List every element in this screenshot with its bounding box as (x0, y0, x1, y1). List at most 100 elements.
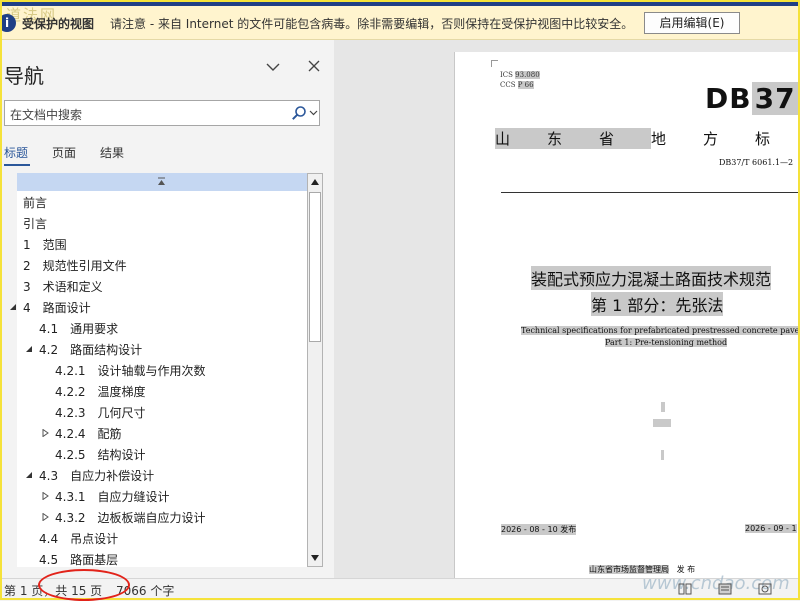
heading-label: 自应力缝设计 (97, 490, 170, 504)
document-page[interactable]: ICS 93.080 CCS P 66 DB 37 山东省地 方 标 DB37/T 6… (454, 52, 798, 592)
heading-number: 4.1 (39, 322, 59, 336)
nav-heading-item[interactable]: 前言 (23, 194, 47, 211)
chevron-down-icon[interactable] (264, 58, 282, 76)
heading-label: 范围 (42, 238, 67, 252)
heading-number: 4 (23, 301, 31, 315)
nav-heading-item[interactable]: 4.2 路面结构设计 (39, 341, 142, 358)
heading-number: 4.2.3 (55, 406, 86, 420)
shield-icon: i (2, 14, 16, 32)
expanded-triangle-icon[interactable] (25, 471, 33, 479)
collapse-all-row[interactable] (17, 173, 307, 191)
province-char: 省 (599, 128, 651, 149)
heading-number: 1 (23, 238, 31, 252)
nav-heading-item[interactable]: 3 术语和定义 (23, 278, 103, 295)
expanded-triangle-icon[interactable] (25, 345, 33, 353)
document-title-line1: 装配式预应力混凝土路面技术规范 (531, 266, 772, 290)
heading-number: 4.3.2 (55, 511, 86, 525)
tab-pages[interactable]: 页面 (52, 144, 76, 161)
document-title-line2: 第 1 部分：先张法 (591, 292, 724, 316)
scroll-up-icon[interactable] (309, 175, 321, 189)
heading-label: 路面结构设计 (70, 343, 143, 357)
scrollbar-thumb[interactable] (309, 192, 321, 342)
heading-number: 4.4 (39, 532, 59, 546)
margin-mark (491, 60, 498, 67)
heading-number: 4.2.4 (55, 427, 86, 441)
heading-label: 路面设计 (42, 301, 91, 315)
ics-label: ICS (500, 71, 513, 79)
ics-value: 93.080 (515, 71, 540, 79)
heading-number: 4.2.5 (55, 448, 86, 462)
ics-ccs-block: ICS 93.080 CCS P 66 (500, 70, 540, 90)
heading-label: 通用要求 (70, 322, 119, 336)
nav-heading-item[interactable]: 4.3 自应力补偿设计 (39, 467, 154, 484)
heading-tree: 前言引言 1 范围 2 规范性引用文件 3 术语和定义 4 路面设计 4.1 通用要求 4.2 路面结构… (10, 173, 307, 568)
nav-heading-item[interactable]: 引言 (23, 215, 47, 232)
close-icon[interactable] (306, 58, 322, 74)
heading-label: 前言 (23, 196, 48, 210)
heading-label: 术语和定义 (42, 280, 103, 294)
heading-number: 4.2 (39, 343, 59, 357)
nav-heading-item[interactable]: 4.5 路面基层 (39, 551, 118, 568)
heading-number: 4.2.1 (55, 364, 86, 378)
protected-view-bar: 道法网 i 受保护的视图 请注意 - 来自 Internet 的文件可能包含病毒… (2, 6, 798, 40)
nav-heading-item[interactable]: 2 规范性引用文件 (23, 257, 127, 274)
navigation-pane: 导航 在文档中搜索 标题 页面 结果 前言 引言 1 范围 2 规范性引用文件 … (2, 40, 334, 578)
heading-number: 4.3 (39, 469, 59, 483)
search-icon[interactable] (291, 105, 307, 121)
web-layout-icon[interactable] (758, 583, 772, 595)
search-options-chevron-icon[interactable] (309, 108, 318, 117)
nav-heading-item[interactable]: 4.3.2 边板板端自应力设计 (55, 509, 206, 526)
heading-label: 结构设计 (97, 448, 146, 462)
nav-heading-item[interactable]: 4.1 通用要求 (39, 320, 118, 337)
scroll-down-icon[interactable] (309, 551, 321, 565)
collapsed-triangle-icon[interactable] (41, 429, 49, 437)
english-title-line2: Part 1: Pre-tensioning method (605, 338, 728, 347)
red-annotation-circle (38, 569, 130, 601)
heading-number: 4.3.1 (55, 490, 86, 504)
active-tab-indicator (4, 164, 30, 166)
province-char: 方 (703, 130, 719, 148)
nav-heading-item[interactable]: 4 路面设计 (23, 299, 91, 316)
enable-editing-button[interactable]: 启用编辑(E) (644, 12, 740, 34)
nav-heading-item[interactable]: 4.2.5 结构设计 (55, 446, 146, 463)
collapsed-triangle-icon[interactable] (41, 492, 49, 500)
nav-heading-item[interactable]: 4.2.2 温度梯度 (55, 383, 146, 400)
protected-view-message: 请注意 - 来自 Internet 的文件可能包含病毒。除非需要编辑，否则保持在… (110, 17, 634, 31)
expanded-triangle-icon[interactable] (9, 303, 17, 311)
province-char: 标 (755, 130, 771, 148)
highlight-mark (653, 419, 671, 427)
publish-date: 2026 - 08 - 10 发布 (501, 524, 577, 535)
nav-heading-item[interactable]: 4.3.1 自应力缝设计 (55, 488, 170, 505)
english-title-line1: Technical specifications for prefabricat… (521, 326, 798, 335)
nav-heading-item[interactable]: 4.4 吊点设计 (39, 530, 118, 547)
nav-tabs: 标题 页面 结果 (2, 144, 332, 168)
highlight-mark (661, 402, 665, 412)
nav-heading-item[interactable]: 4.2.1 设计轴载与作用次数 (55, 362, 206, 379)
tab-results[interactable]: 结果 (100, 144, 124, 161)
protected-view-title: 受保护的视图 (22, 17, 95, 31)
province-char: 山 (495, 128, 547, 149)
collapse-up-icon[interactable] (157, 177, 166, 186)
province-standard-line: 山东省地 方 标 (495, 128, 798, 149)
heading-number: 3 (23, 280, 31, 294)
nav-scrollbar[interactable] (307, 173, 323, 567)
heading-number: 4.5 (39, 553, 59, 567)
heading-label: 规范性引用文件 (42, 259, 127, 273)
print-layout-icon[interactable] (718, 583, 732, 595)
nav-heading-item[interactable]: 4.2.4 配筋 (55, 425, 122, 442)
nav-heading-item[interactable]: 1 范围 (23, 236, 67, 253)
heading-label: 吊点设计 (70, 532, 119, 546)
tab-headings[interactable]: 标题 (4, 144, 28, 161)
collapsed-triangle-icon[interactable] (41, 513, 49, 521)
nav-heading-item[interactable]: 4.2.3 几何尺寸 (55, 404, 146, 421)
db-number: 37 (751, 82, 798, 115)
heading-label: 路面基层 (70, 553, 119, 567)
read-mode-icon[interactable] (678, 583, 692, 595)
heading-label: 自应力补偿设计 (70, 469, 155, 483)
db-prefix: DB (705, 82, 752, 115)
heading-label: 几何尺寸 (97, 406, 146, 420)
document-area[interactable]: ICS 93.080 CCS P 66 DB 37 山东省地 方 标 DB37/T 6… (334, 40, 798, 592)
search-input[interactable]: 在文档中搜索 (4, 100, 320, 126)
header-rule (501, 192, 798, 193)
nav-pane-title: 导航 (4, 64, 44, 88)
